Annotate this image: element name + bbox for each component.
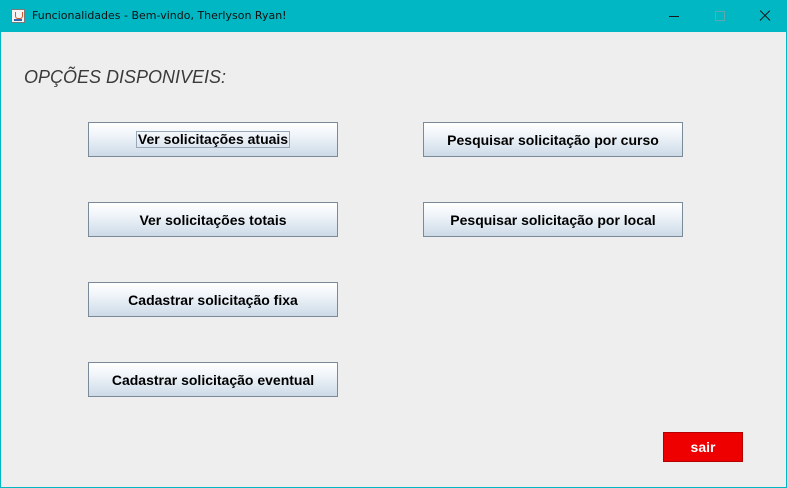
- minimize-button[interactable]: [651, 0, 697, 32]
- java-icon: [11, 9, 25, 23]
- application-window: Funcionalidades - Bem-vindo, Therlyson R…: [0, 0, 787, 488]
- title-bar[interactable]: Funcionalidades - Bem-vindo, Therlyson R…: [1, 0, 787, 32]
- register-eventual-request-button[interactable]: Cadastrar solicitação eventual: [88, 362, 338, 397]
- maximize-button[interactable]: [697, 0, 743, 32]
- register-fixed-request-button[interactable]: Cadastrar solicitação fixa: [88, 282, 338, 317]
- minimize-icon: [669, 15, 679, 17]
- exit-button[interactable]: sair: [663, 432, 743, 462]
- options-heading: OPÇÕES DISPONIVEIS:: [24, 67, 227, 87]
- view-current-requests-button[interactable]: Ver solicitações atuais: [88, 122, 338, 157]
- view-total-requests-button[interactable]: Ver solicitações totais: [88, 202, 338, 237]
- close-button[interactable]: [742, 0, 787, 32]
- close-icon: [759, 10, 771, 22]
- search-by-location-button[interactable]: Pesquisar solicitação por local: [423, 202, 683, 237]
- maximize-icon: [715, 11, 725, 21]
- button-label: Ver solicitações atuais: [135, 131, 291, 148]
- search-by-course-button[interactable]: Pesquisar solicitação por curso: [423, 122, 683, 157]
- window-title: Funcionalidades - Bem-vindo, Therlyson R…: [32, 9, 287, 22]
